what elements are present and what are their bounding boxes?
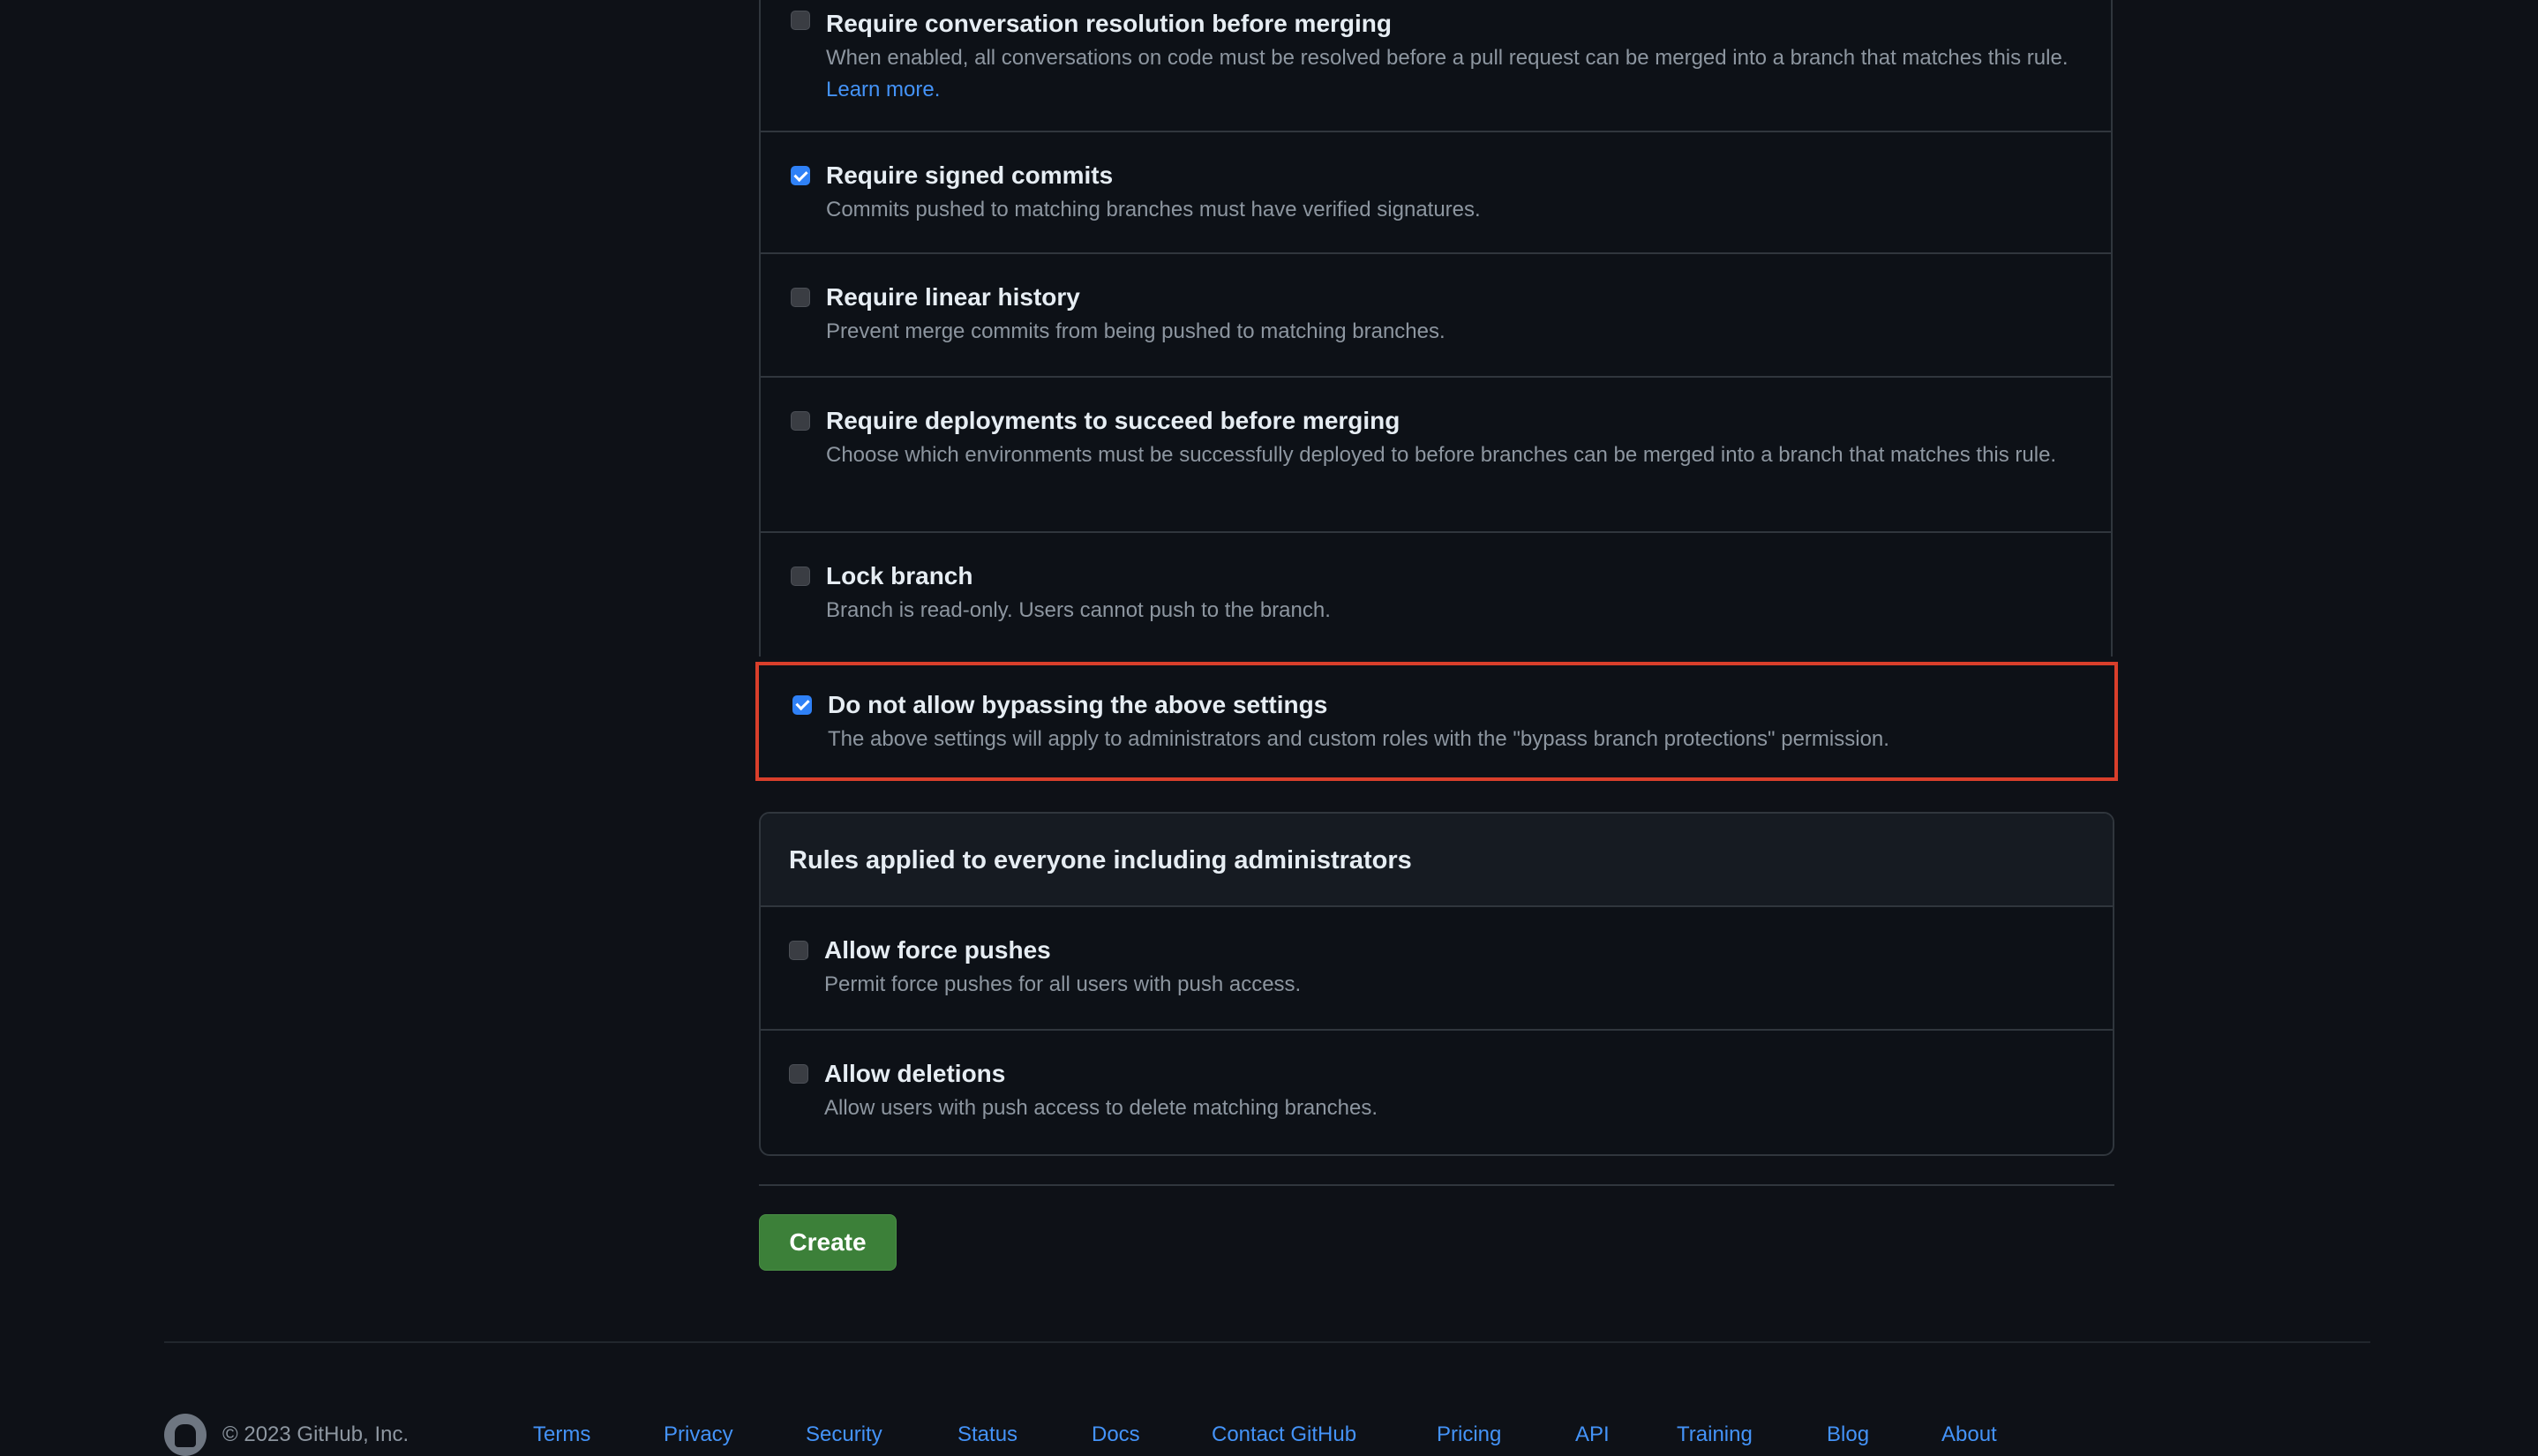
- rule-title: Require conversation resolution before m…: [826, 10, 1393, 37]
- allow-force-pushes-checkbox[interactable]: [789, 941, 808, 960]
- rule-title: Allow deletions: [824, 1060, 1006, 1087]
- allow-deletions-checkbox[interactable]: [789, 1064, 808, 1084]
- footer: © 2023 GitHub, Inc. Terms Privacy Securi…: [164, 1410, 2370, 1456]
- rule-title: Require deployments to succeed before me…: [826, 407, 1400, 434]
- rule-require-deployments: Require deployments to succeed before me…: [761, 378, 2111, 533]
- rule-title: Allow force pushes: [824, 936, 1051, 964]
- rule-lock-branch: Lock branch Branch is read-only. Users c…: [761, 533, 2111, 657]
- form-divider: [759, 1184, 2114, 1186]
- rule-title: Require linear history: [826, 283, 1080, 311]
- everyone-rules-section: Rules applied to everyone including admi…: [759, 812, 2114, 1156]
- rule-description: When enabled, all conversations on code …: [826, 46, 2069, 101]
- rule-require-conversation-resolution: Require conversation resolution before m…: [761, 0, 2111, 132]
- require-deployments-checkbox[interactable]: [791, 411, 810, 431]
- rule-description: Branch is read-only. Users cannot push t…: [826, 598, 1331, 622]
- rule-title: Do not allow bypassing the above setting…: [828, 691, 1328, 718]
- footer-divider: [164, 1341, 2370, 1343]
- github-logo-icon[interactable]: [164, 1414, 206, 1456]
- lock-branch-checkbox[interactable]: [791, 567, 810, 586]
- rule-do-not-allow-bypassing: Do not allow bypassing the above setting…: [755, 662, 2118, 781]
- learn-more-link[interactable]: Learn more.: [826, 78, 940, 101]
- rule-description: Allow users with push access to delete m…: [824, 1096, 1378, 1120]
- rule-require-signed-commits: Require signed commits Commits pushed to…: [761, 132, 2111, 254]
- rule-description: Choose which environments must be succes…: [826, 443, 2057, 467]
- rule-allow-deletions: Allow deletions Allow users with push ac…: [761, 1031, 2113, 1154]
- rule-description: Prevent merge commits from being pushed …: [826, 319, 1445, 343]
- rule-description: Permit force pushes for all users with p…: [824, 972, 1302, 996]
- rule-description: The above settings will apply to adminis…: [828, 727, 1889, 751]
- rule-description: Commits pushed to matching branches must…: [826, 198, 1481, 221]
- section-header: Rules applied to everyone including admi…: [761, 814, 2113, 907]
- rule-require-linear-history: Require linear history Prevent merge com…: [761, 254, 2111, 378]
- rule-title: Lock branch: [826, 562, 973, 589]
- create-button[interactable]: Create: [759, 1214, 897, 1271]
- rule-allow-force-pushes: Allow force pushes Permit force pushes f…: [761, 907, 2113, 1031]
- require-conversation-resolution-checkbox[interactable]: [791, 11, 810, 30]
- require-linear-history-checkbox[interactable]: [791, 288, 810, 307]
- require-signed-commits-checkbox[interactable]: [791, 166, 810, 185]
- rule-title: Require signed commits: [826, 161, 1114, 189]
- do-not-allow-bypassing-checkbox[interactable]: [792, 695, 812, 715]
- branch-protection-rules-panel: Require conversation resolution before m…: [759, 0, 2113, 657]
